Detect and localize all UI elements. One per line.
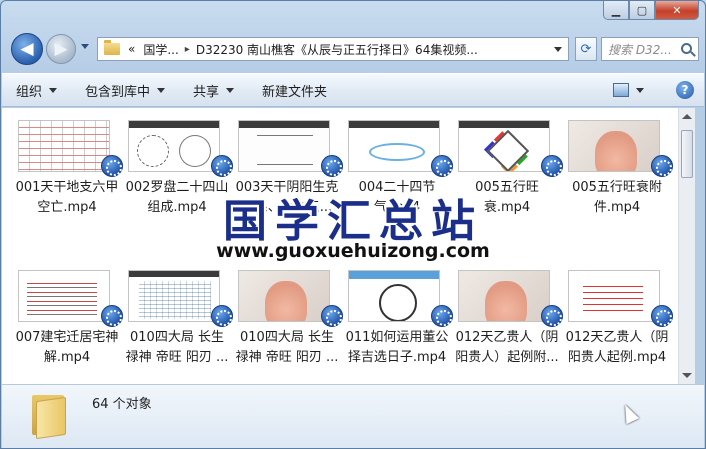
video-thumbnail [18,270,110,322]
command-bar: 组织 包含到库中 共享 新建文件夹 ? [2,73,704,107]
media-player-icon [321,155,343,177]
file-name: 012天乙贵人（阴阳贵人）起例附... [455,330,559,365]
file-name: 012天乙贵人（阴阳贵人起例.mp4 [565,330,669,365]
back-arrow-icon: ◀ [20,39,34,59]
close-icon: ✕ [672,3,682,17]
address-bar[interactable]: « 国学... ▸ D32230 南山樵客《从辰与正五行择日》64集视频... [97,37,569,61]
media-player-icon [431,155,453,177]
file-item[interactable]: 007建宅迁居宅神解.mp4 [14,258,123,384]
media-player-icon [431,305,453,327]
minimize-icon: ▁ [611,3,621,17]
explorer-window: ▁ ▢ ✕ ◀ ▶ « 国学... ▸ D32230 南山樵客《从辰与正五行择日… [0,0,706,449]
media-player-icon [321,305,343,327]
video-thumbnail [238,120,330,172]
video-thumbnail [238,270,330,322]
organize-label: 组织 [16,84,43,100]
share-label: 共享 [193,84,220,100]
breadcrumb-overflow[interactable]: « [128,42,135,56]
video-thumbnail [348,120,440,172]
search-icon[interactable] [681,43,692,54]
view-options-chevron-icon[interactable] [636,87,644,93]
file-name: 005五行旺衰附件.mp4 [572,180,662,215]
minimize-button[interactable]: ▁ [603,1,629,20]
video-thumbnail [458,120,550,172]
new-folder-label: 新建文件夹 [262,84,328,100]
recent-pages-dropdown[interactable] [81,44,89,49]
file-name: 002罗盘二十四山组成.mp4 [125,180,229,215]
video-thumbnail [348,270,440,322]
forward-arrow-icon: ▶ [54,39,68,59]
maximize-button[interactable]: ▢ [629,1,655,20]
file-item[interactable]: 012天乙贵人（阴阳贵人）起例附... [454,258,563,384]
vertical-scrollbar[interactable] [678,108,695,384]
media-player-icon [211,305,233,327]
file-name: 010四大局 长生禄神 帝旺 阳刃 ... [235,330,339,365]
item-count: 64 个对象 [92,397,152,412]
file-item[interactable]: 003天干阴阳生克关系、化合五... [234,108,343,248]
scroll-up-icon[interactable] [682,114,692,119]
breadcrumb-separator[interactable]: ▸ [185,44,190,55]
include-in-library-label: 包含到库中 [85,84,151,100]
address-row: ◀ ▶ « 国学... ▸ D32230 南山樵客《从辰与正五行择日》64集视频… [9,31,699,67]
search-placeholder: 搜索 D32... [608,42,672,57]
file-name: 010四大局 长生禄神 帝旺 阳刃 ... [125,330,229,365]
file-item[interactable]: 005五行旺衰附件.mp4 [564,108,673,248]
breadcrumb-current[interactable]: D32230 南山樵客《从辰与正五行择日》64集视频... [196,41,478,58]
breadcrumb-parent[interactable]: 国学... [143,41,178,58]
search-input[interactable]: 搜索 D32... [601,37,699,61]
file-item[interactable]: 012天乙贵人（阴阳贵人起例.mp4 [564,258,673,384]
file-item[interactable]: 004二十四节气.mp4 [344,108,453,248]
media-player-icon [541,305,563,327]
scroll-down-icon[interactable] [682,373,692,378]
maximize-icon: ▢ [636,3,648,17]
help-icon[interactable]: ? [676,81,694,99]
video-thumbnail [458,270,550,322]
file-name: 011如何运用董公择吉选日子.mp4 [345,330,449,365]
chevron-down-icon [226,87,235,93]
details-pane: 64 个对象 [2,384,704,448]
file-item[interactable]: 010四大局 长生禄神 帝旺 阳刃 ... [234,258,343,384]
video-thumbnail [128,270,220,322]
video-thumbnail [128,120,220,172]
forward-button[interactable]: ▶ [46,34,76,64]
include-in-library-menu[interactable]: 包含到库中 [85,81,166,100]
refresh-button[interactable]: ⟳ [575,37,597,61]
file-item[interactable]: 001天干地支六甲空亡.mp4 [14,108,123,248]
media-player-icon [101,305,123,327]
media-player-icon [651,305,673,327]
file-name: 003天干阴阳生克关系、化合五... [235,180,339,215]
scrollbar-thumb[interactable] [681,130,693,178]
video-thumbnail [18,120,110,172]
folder-icon [32,393,66,440]
file-list[interactable]: 001天干地支六甲空亡.mp4 002罗盘二十四山组成.mp4 003天干阴阳生… [2,108,678,384]
file-item[interactable]: 011如何运用董公择吉选日子.mp4 [344,258,453,384]
file-item[interactable]: 010四大局 长生禄神 帝旺 阳刃 ... [124,258,233,384]
video-thumbnail [568,120,660,172]
share-menu[interactable]: 共享 [193,81,235,100]
change-view-icon[interactable] [613,83,629,97]
file-item[interactable]: 005五行旺衰.mp4 [454,108,563,248]
back-button[interactable]: ◀ [11,33,43,65]
organize-menu[interactable]: 组织 [16,81,58,100]
file-name: 001天干地支六甲空亡.mp4 [15,180,119,215]
chevron-down-icon [157,87,166,93]
file-item[interactable]: 002罗盘二十四山组成.mp4 [124,108,233,248]
refresh-icon: ⟳ [580,41,592,57]
address-dropdown-icon[interactable] [554,47,562,52]
media-player-icon [541,155,563,177]
folder-icon [104,40,120,55]
video-thumbnail [568,270,660,322]
file-name: 005五行旺衰.mp4 [475,180,539,215]
close-button[interactable]: ✕ [655,1,699,20]
file-name: 004二十四节气.mp4 [358,180,436,215]
media-player-icon [211,155,233,177]
new-folder-button[interactable]: 新建文件夹 [262,81,327,100]
file-name: 007建宅迁居宅神解.mp4 [15,330,119,365]
chevron-down-icon [49,87,58,93]
media-player-icon [101,155,123,177]
caption-buttons: ▁ ▢ ✕ [603,1,699,20]
media-player-icon [651,155,673,177]
